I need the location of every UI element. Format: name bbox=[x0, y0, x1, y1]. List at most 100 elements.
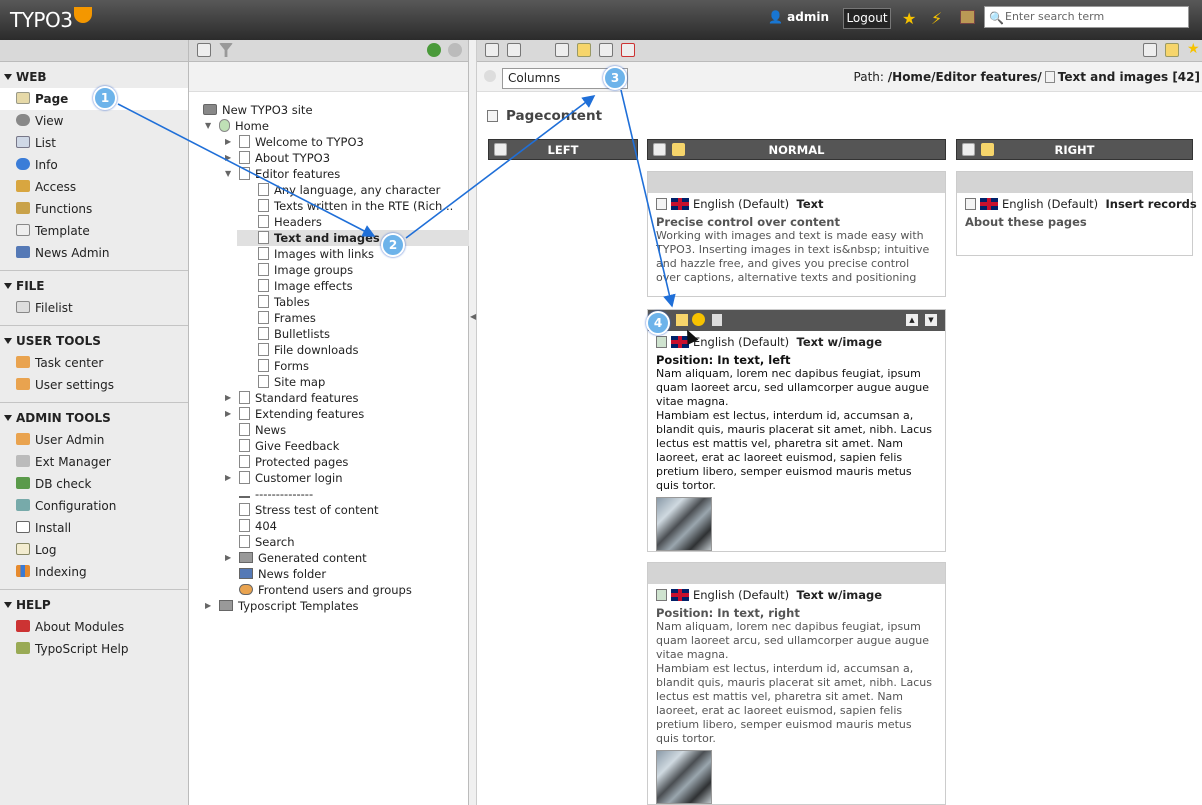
move-page-icon[interactable] bbox=[599, 43, 613, 57]
module-user-settings[interactable]: User settings bbox=[0, 374, 188, 396]
module-about-modules[interactable]: About Modules bbox=[0, 616, 188, 638]
filter-icon[interactable] bbox=[219, 43, 233, 57]
collapse-arrow-icon[interactable]: ◀ bbox=[470, 312, 476, 321]
tree-node[interactable]: ▶ About TYPO3 bbox=[189, 150, 469, 166]
tree-node[interactable]: -------------- bbox=[189, 486, 469, 502]
module-list[interactable]: List bbox=[0, 132, 188, 154]
tree-node[interactable]: Search bbox=[189, 534, 469, 550]
edit-pencil-icon[interactable] bbox=[981, 143, 994, 156]
group-title[interactable]: HELP bbox=[0, 596, 188, 616]
tree-node[interactable]: Forms bbox=[189, 358, 469, 374]
group-title[interactable]: WEB bbox=[0, 68, 188, 88]
delete-page-icon[interactable] bbox=[621, 43, 635, 57]
bookmark-star-icon[interactable]: ★ bbox=[1187, 41, 1201, 57]
tree-node[interactable]: ▶ Typoscript Templates bbox=[189, 598, 469, 614]
tree-node[interactable]: News bbox=[189, 422, 469, 438]
collapse-icon[interactable]: ▼ bbox=[225, 166, 231, 182]
content-element-text[interactable]: English (Default) Text Precise control o… bbox=[647, 171, 946, 297]
tree-node[interactable]: ▶ Extending features bbox=[189, 406, 469, 422]
module-news-admin[interactable]: News Admin bbox=[0, 242, 188, 264]
tree-node[interactable]: ▼ Home bbox=[189, 118, 469, 134]
delete-trash-icon[interactable] bbox=[712, 314, 722, 326]
hide-bulb-icon[interactable] bbox=[692, 313, 705, 326]
module-typoscript-help[interactable]: TypoScript Help bbox=[0, 638, 188, 660]
module-view[interactable]: View bbox=[0, 110, 188, 132]
group-title[interactable]: FILE bbox=[0, 277, 188, 297]
help-icon[interactable] bbox=[448, 43, 462, 57]
content-element-text-image[interactable]: ▲ ▼ English (Default) Text w/image Posit… bbox=[647, 309, 946, 552]
tree-node[interactable]: Images with links bbox=[189, 246, 469, 262]
edit-pencil-icon[interactable] bbox=[676, 314, 688, 326]
module-install[interactable]: Install bbox=[0, 517, 188, 539]
tree-node-selected[interactable]: Text and images bbox=[237, 230, 469, 246]
new-page-icon[interactable] bbox=[197, 43, 211, 57]
move-up-icon[interactable]: ▲ bbox=[906, 314, 918, 326]
tree-node[interactable]: Tables bbox=[189, 294, 469, 310]
module-configuration[interactable]: Configuration bbox=[0, 495, 188, 517]
user-menu[interactable]: 👤 admin bbox=[768, 10, 829, 24]
bookmarks-star-icon[interactable]: ★ bbox=[902, 9, 916, 28]
group-title[interactable]: ADMIN TOOLS bbox=[0, 409, 188, 429]
group-title[interactable]: USER TOOLS bbox=[0, 332, 188, 352]
tree-node[interactable]: Bulletlists bbox=[189, 326, 469, 342]
tree-node[interactable]: Give Feedback bbox=[189, 438, 469, 454]
content-element-insert-records[interactable]: English (Default) Insert records About t… bbox=[956, 171, 1197, 256]
edit-icon[interactable] bbox=[1165, 43, 1179, 57]
move-down-icon[interactable]: ▼ bbox=[925, 314, 937, 326]
expand-icon[interactable]: ▶ bbox=[225, 406, 231, 422]
tree-node[interactable]: ▶ Generated content bbox=[189, 550, 469, 566]
tree-node[interactable]: Image groups bbox=[189, 262, 469, 278]
table-view-icon[interactable] bbox=[1143, 43, 1157, 57]
module-filelist[interactable]: Filelist bbox=[0, 297, 188, 319]
tree-node[interactable]: Frames bbox=[189, 310, 469, 326]
content-element-text-image[interactable]: English (Default) Text w/image Position:… bbox=[647, 562, 946, 805]
tree-node[interactable]: Frontend users and groups bbox=[189, 582, 469, 598]
edit-pencil-icon[interactable] bbox=[672, 143, 685, 156]
expand-icon[interactable]: ▶ bbox=[225, 550, 231, 566]
module-user-admin[interactable]: User Admin bbox=[0, 429, 188, 451]
edit-page-icon[interactable] bbox=[577, 43, 591, 57]
tree-node[interactable]: ▶ Customer login bbox=[189, 470, 469, 486]
new-content-icon[interactable] bbox=[485, 43, 499, 57]
collapse-icon[interactable]: ▼ bbox=[205, 118, 211, 134]
tree-node[interactable]: Texts written in the RTE (Rich... bbox=[189, 198, 469, 214]
tree-node[interactable]: Protected pages bbox=[189, 454, 469, 470]
module-access[interactable]: Access bbox=[0, 176, 188, 198]
module-functions[interactable]: Functions bbox=[0, 198, 188, 220]
new-content-icon[interactable] bbox=[653, 143, 666, 156]
search-input[interactable]: 🔍 Enter search term bbox=[984, 6, 1189, 28]
help-icon[interactable] bbox=[484, 70, 496, 82]
module-info[interactable]: Info bbox=[0, 154, 188, 176]
tree-node[interactable]: ▼ Editor features bbox=[189, 166, 469, 182]
new-content-icon[interactable] bbox=[494, 143, 507, 156]
tree-node[interactable]: Image effects bbox=[189, 278, 469, 294]
new-record-icon[interactable] bbox=[507, 43, 521, 57]
tree-node[interactable]: ▶ Welcome to TYPO3 bbox=[189, 134, 469, 150]
module-template[interactable]: Template bbox=[0, 220, 188, 242]
tree-node[interactable]: Stress test of content bbox=[189, 502, 469, 518]
tree-node[interactable]: Headers bbox=[189, 214, 469, 230]
tree-node[interactable]: Any language, any character bbox=[189, 182, 469, 198]
clear-cache-lightning-icon[interactable]: ⚡ bbox=[931, 9, 942, 28]
expand-icon[interactable]: ▶ bbox=[205, 598, 211, 614]
workspaces-icon[interactable] bbox=[960, 10, 975, 24]
tree-node[interactable]: 404 bbox=[189, 518, 469, 534]
typo3-logo[interactable]: TYPO3 bbox=[10, 7, 93, 32]
expand-icon[interactable]: ▶ bbox=[225, 390, 231, 406]
expand-icon[interactable]: ▶ bbox=[225, 150, 231, 166]
tree-node[interactable]: File downloads bbox=[189, 342, 469, 358]
view-page-icon[interactable] bbox=[555, 43, 569, 57]
expand-icon[interactable]: ▶ bbox=[225, 470, 231, 486]
logout-button[interactable]: Logout bbox=[843, 8, 891, 29]
new-content-icon[interactable] bbox=[962, 143, 975, 156]
refresh-icon[interactable] bbox=[427, 43, 441, 57]
tree-node[interactable]: News folder bbox=[189, 566, 469, 582]
panel-splitter[interactable]: ◀ bbox=[469, 40, 477, 805]
tree-node[interactable]: Site map bbox=[189, 374, 469, 390]
module-ext-manager[interactable]: Ext Manager bbox=[0, 451, 188, 473]
tree-node[interactable]: ▶ Standard features bbox=[189, 390, 469, 406]
expand-icon[interactable]: ▶ bbox=[225, 134, 231, 150]
module-task-center[interactable]: Task center bbox=[0, 352, 188, 374]
module-indexing[interactable]: Indexing bbox=[0, 561, 188, 583]
module-log[interactable]: Log bbox=[0, 539, 188, 561]
